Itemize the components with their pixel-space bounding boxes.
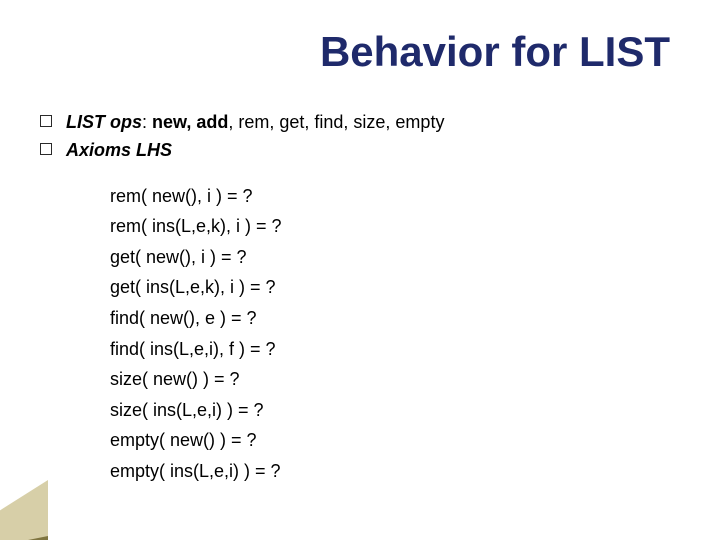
slide-content: LIST ops: new, add, rem, get, find, size… [40,110,680,487]
bullet-marker-icon [40,115,52,127]
ops-bold: new, add [152,112,228,132]
slide-title: Behavior for LIST [320,28,670,76]
axiom-line: get( new(), i ) = ? [110,242,680,273]
bullet-text: LIST ops: new, add, rem, get, find, size… [66,110,444,134]
ops-prefix: LIST ops [66,112,142,132]
axiom-line: find( ins(L,e,i), f ) = ? [110,334,680,365]
axiom-line: get( ins(L,e,k), i ) = ? [110,272,680,303]
axioms-label: Axioms LHS [66,138,172,162]
bullet-marker-icon [40,143,52,155]
axiom-line: empty( ins(L,e,i) ) = ? [110,456,680,487]
axiom-line: empty( new() ) = ? [110,425,680,456]
corner-accent-icon [0,480,48,540]
axiom-line: size( ins(L,e,i) ) = ? [110,395,680,426]
slide: Behavior for LIST LIST ops: new, add, re… [0,0,720,540]
axiom-line: find( new(), e ) = ? [110,303,680,334]
ops-rest: , rem, get, find, size, empty [228,112,444,132]
bullet-axioms: Axioms LHS [40,138,680,162]
axiom-line: rem( ins(L,e,k), i ) = ? [110,211,680,242]
axiom-line: size( new() ) = ? [110,364,680,395]
axiom-line: rem( new(), i ) = ? [110,181,680,212]
axioms-list: rem( new(), i ) = ? rem( ins(L,e,k), i )… [110,181,680,487]
bullet-list-ops: LIST ops: new, add, rem, get, find, size… [40,110,680,134]
ops-colon: : [142,112,152,132]
